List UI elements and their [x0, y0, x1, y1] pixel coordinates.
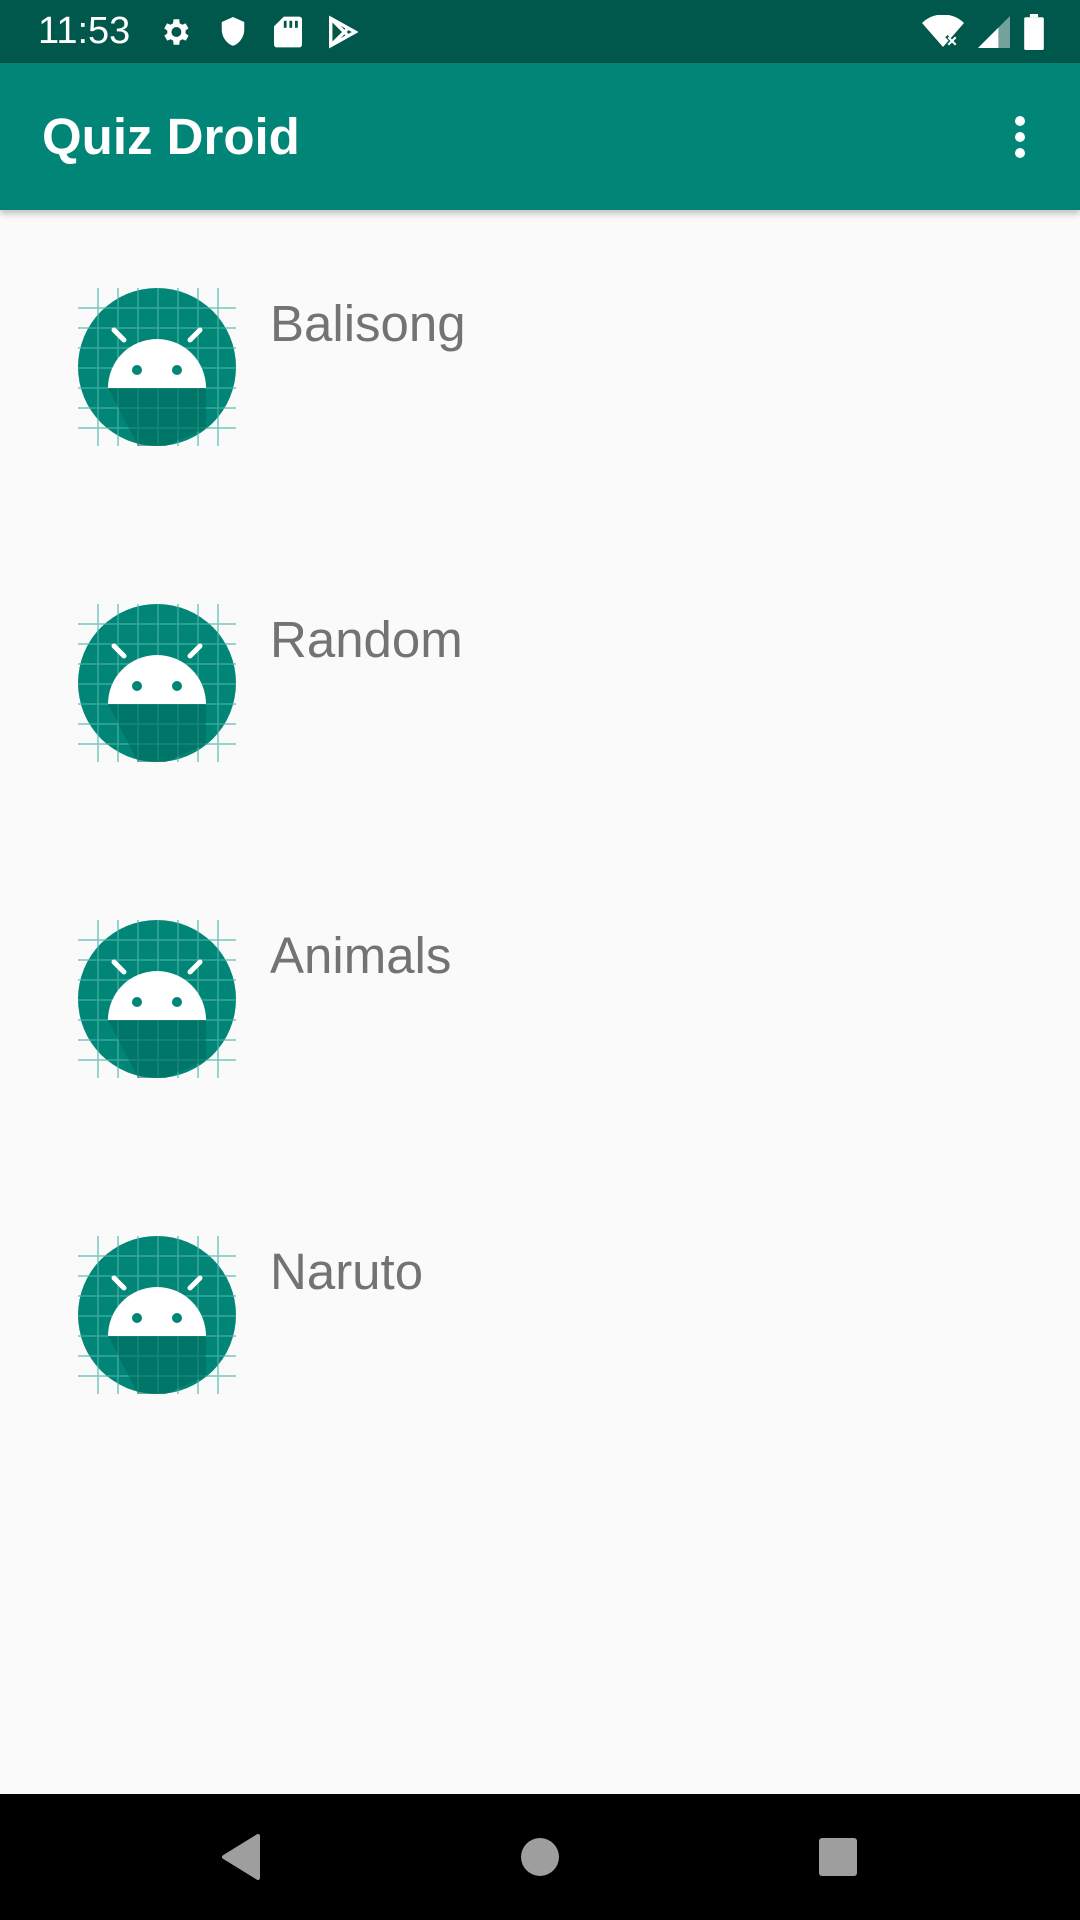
shield-icon — [221, 17, 245, 46]
sd-card-icon — [274, 16, 302, 48]
status-time: 11:53 — [38, 10, 131, 52]
wifi-icon — [922, 15, 964, 49]
back-button[interactable] — [200, 1824, 280, 1890]
android-app-icon — [78, 604, 236, 762]
app-title: Quiz Droid — [42, 108, 300, 165]
recents-icon — [819, 1838, 857, 1876]
more-vert-icon — [1015, 116, 1025, 158]
list-item-animals[interactable]: Animals — [0, 842, 1080, 1158]
list-item-label: Naruto — [270, 1243, 424, 1300]
navigation-bar — [0, 1794, 1080, 1920]
app-bar: Quiz Droid — [0, 63, 1080, 210]
battery-icon — [1024, 14, 1044, 50]
list-item-balisong[interactable]: Balisong — [0, 210, 1080, 526]
list-item-naruto[interactable]: Naruto — [0, 1158, 1080, 1474]
android-app-icon — [78, 920, 236, 1078]
status-bar: 11:53 — [0, 0, 1080, 63]
back-icon — [222, 1834, 260, 1880]
more-options-button[interactable] — [984, 99, 1056, 175]
settings-icon — [164, 19, 189, 45]
list-item-label: Random — [270, 611, 463, 668]
status-right-icons — [922, 12, 1044, 52]
status-left-icons — [158, 12, 358, 52]
list-item-random[interactable]: Random — [0, 526, 1080, 842]
list-item-label: Animals — [270, 927, 452, 984]
android-app-icon — [78, 1236, 236, 1394]
signal-icon — [978, 16, 1010, 48]
play-store-icon — [329, 15, 358, 49]
recents-button[interactable] — [798, 1824, 878, 1890]
android-app-icon — [78, 288, 236, 446]
list-item-label: Balisong — [270, 295, 466, 352]
screen: 11:53 Quiz Droid Balisong Random Animals… — [0, 0, 1080, 1920]
home-icon — [521, 1838, 559, 1876]
home-button[interactable] — [500, 1824, 580, 1890]
